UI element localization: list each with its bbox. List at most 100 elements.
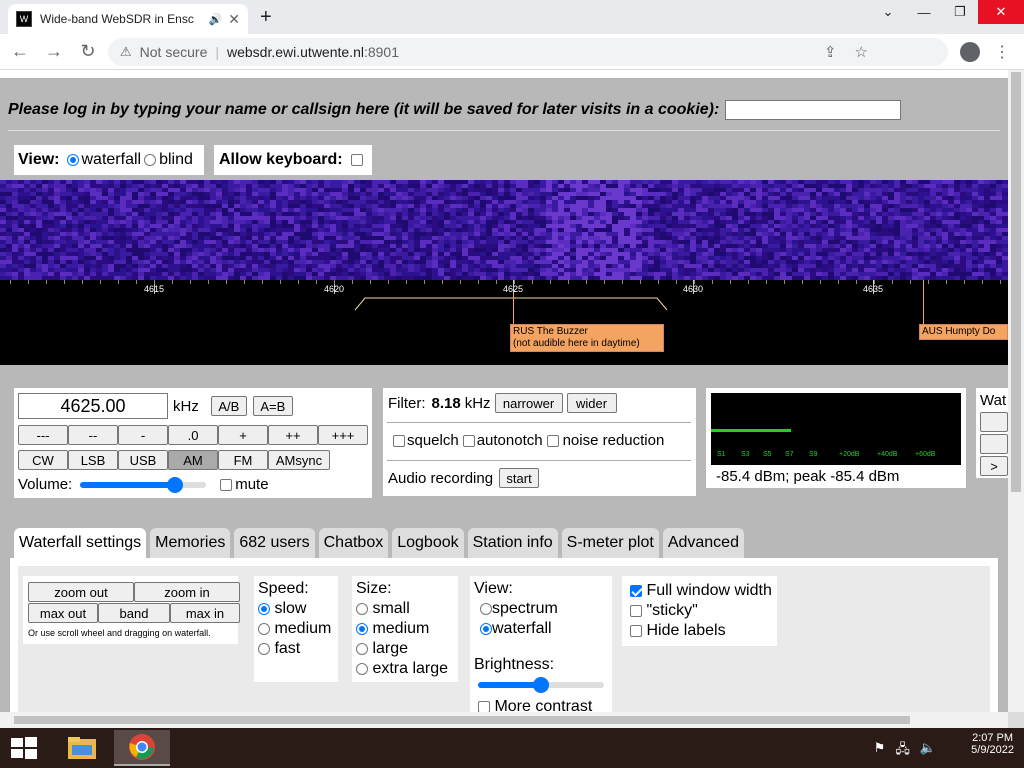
scroll-corner <box>1008 712 1024 728</box>
tab-users[interactable]: 682 users <box>234 528 315 558</box>
close-window-icon[interactable]: ✕ <box>978 0 1024 24</box>
waterfall-radio[interactable] <box>66 154 79 166</box>
a-eq-b-button[interactable]: A=B <box>252 396 293 416</box>
side-button-2[interactable] <box>980 434 1008 454</box>
station-label-humpty[interactable]: AUS Humpty Do <box>919 324 1008 340</box>
mode-cw-button[interactable]: CW <box>18 450 68 470</box>
menu-icon[interactable]: ⋮ <box>994 42 1010 62</box>
round-button[interactable]: .0 <box>168 425 218 445</box>
tab-memories[interactable]: Memories <box>150 528 231 558</box>
wider-button[interactable]: wider <box>566 393 617 413</box>
max-in-button[interactable]: max in <box>170 603 240 623</box>
new-tab-icon[interactable]: + <box>260 6 272 29</box>
step-up-3-button[interactable]: +++ <box>318 425 368 445</box>
ab-button[interactable]: A/B <box>210 396 247 416</box>
mode-amsync-button[interactable]: AMsync <box>268 450 330 470</box>
size-xlarge-radio[interactable] <box>356 662 368 675</box>
vertical-scrollbar[interactable] <box>1008 70 1024 712</box>
full-width-checkbox[interactable] <box>630 584 642 597</box>
browser-tab[interactable]: W Wide-band WebSDR in Ensc 🔊 ✕ <box>8 4 248 34</box>
scale-minor-tick <box>820 280 821 284</box>
passband-marker[interactable] <box>355 296 675 316</box>
hide-labels-checkbox[interactable] <box>630 624 642 637</box>
file-explorer-icon[interactable] <box>54 730 110 766</box>
side-panel-label: Wat <box>980 392 1007 409</box>
mode-am-button[interactable]: AM <box>168 450 218 470</box>
reload-icon[interactable]: ↻ <box>74 41 102 62</box>
scale-minor-tick <box>766 280 767 284</box>
scale-tick-label: 4635 <box>862 284 884 294</box>
scale-minor-tick <box>244 280 245 284</box>
mode-fm-button[interactable]: FM <box>218 450 268 470</box>
noise-reduction-checkbox[interactable] <box>546 434 559 447</box>
tab-station-info[interactable]: Station info <box>467 528 558 558</box>
scale-minor-tick <box>856 280 857 284</box>
minimize-icon[interactable]: — <box>906 0 942 24</box>
size-label: Size: <box>356 580 392 597</box>
account-icon[interactable] <box>960 42 980 62</box>
size-small-radio[interactable] <box>356 602 368 615</box>
star-icon[interactable]: ☆ <box>855 43 868 61</box>
volume-icon[interactable]: 🔈 <box>920 740 936 762</box>
speed-slow-radio[interactable] <box>258 602 270 615</box>
side-button-1[interactable] <box>980 412 1008 432</box>
zoom-out-button[interactable]: zoom out <box>28 582 134 602</box>
band-button[interactable]: band <box>98 603 170 623</box>
tab-chatbox[interactable]: Chatbox <box>318 528 389 558</box>
close-tab-icon[interactable]: ✕ <box>228 11 240 28</box>
chevron-down-icon[interactable]: ⌄ <box>870 0 906 24</box>
frequency-scale[interactable]: RUS The Buzzer (not audible here in dayt… <box>0 280 1008 365</box>
share-icon[interactable]: ⇪ <box>824 43 837 61</box>
step-up-1-button[interactable]: + <box>218 425 268 445</box>
narrower-button[interactable]: narrower <box>494 393 563 413</box>
forward-icon[interactable]: → <box>40 41 68 62</box>
callsign-input[interactable] <box>725 100 902 120</box>
step-down-2-button[interactable]: -- <box>68 425 118 445</box>
speaker-icon[interactable]: 🔊 <box>209 13 223 26</box>
more-contrast-checkbox[interactable] <box>478 700 490 712</box>
flag-icon[interactable]: ⚑ <box>874 740 886 762</box>
tab-advanced[interactable]: Advanced <box>662 528 744 558</box>
network-icon[interactable]: 🖧 <box>895 740 910 762</box>
waterfall-display[interactable] <box>0 180 1008 280</box>
frequency-input[interactable]: 4625.00 <box>18 393 168 419</box>
mode-lsb-button[interactable]: LSB <box>68 450 118 470</box>
sticky-checkbox[interactable] <box>630 604 642 617</box>
brightness-slider[interactable] <box>478 677 604 693</box>
mute-checkbox[interactable] <box>220 478 233 491</box>
back-icon[interactable]: ← <box>6 41 34 62</box>
step-up-2-button[interactable]: ++ <box>268 425 318 445</box>
tab-waterfall-settings[interactable]: Waterfall settings <box>14 528 147 558</box>
keyboard-checkbox[interactable] <box>350 154 363 166</box>
scale-minor-tick <box>478 280 479 284</box>
size-large-radio[interactable] <box>356 642 368 655</box>
station-label-buzzer[interactable]: RUS The Buzzer (not audible here in dayt… <box>510 324 664 352</box>
scale-tick-label: 4630 <box>682 284 704 294</box>
speed-fast-radio[interactable] <box>258 642 270 655</box>
record-start-button[interactable]: start <box>499 468 540 488</box>
warning-icon: ⚠ <box>120 44 132 59</box>
step-down-1-button[interactable]: - <box>118 425 168 445</box>
speed-group: Speed: slow medium fast <box>254 576 338 682</box>
zoom-in-button[interactable]: zoom in <box>134 582 240 602</box>
volume-slider[interactable] <box>80 476 207 493</box>
horizontal-scrollbar[interactable] <box>0 712 1008 728</box>
url-input[interactable]: ⚠ Not secure | websdr.ewi.utwente.nl:890… <box>108 38 948 66</box>
step-down-3-button[interactable]: --- <box>18 425 68 445</box>
speed-medium-radio[interactable] <box>258 622 270 635</box>
tab-smeter-plot[interactable]: S-meter plot <box>561 528 659 558</box>
tab-logbook[interactable]: Logbook <box>392 528 464 558</box>
clock[interactable]: 2:07 PM 5/9/2022 <box>971 732 1014 756</box>
autonotch-checkbox[interactable] <box>462 434 475 447</box>
restore-icon[interactable]: ❐ <box>942 0 978 24</box>
squelch-checkbox[interactable] <box>393 434 405 447</box>
side-button-3[interactable]: > <box>980 456 1008 476</box>
view-waterfall-radio[interactable] <box>480 622 492 635</box>
mode-usb-button[interactable]: USB <box>118 450 168 470</box>
chrome-icon[interactable] <box>114 730 170 766</box>
max-out-button[interactable]: max out <box>28 603 98 623</box>
size-medium-radio[interactable] <box>356 622 368 635</box>
windows-start-icon[interactable] <box>10 736 38 760</box>
blind-radio[interactable] <box>144 154 157 166</box>
view-spectrum-radio[interactable] <box>480 602 492 615</box>
